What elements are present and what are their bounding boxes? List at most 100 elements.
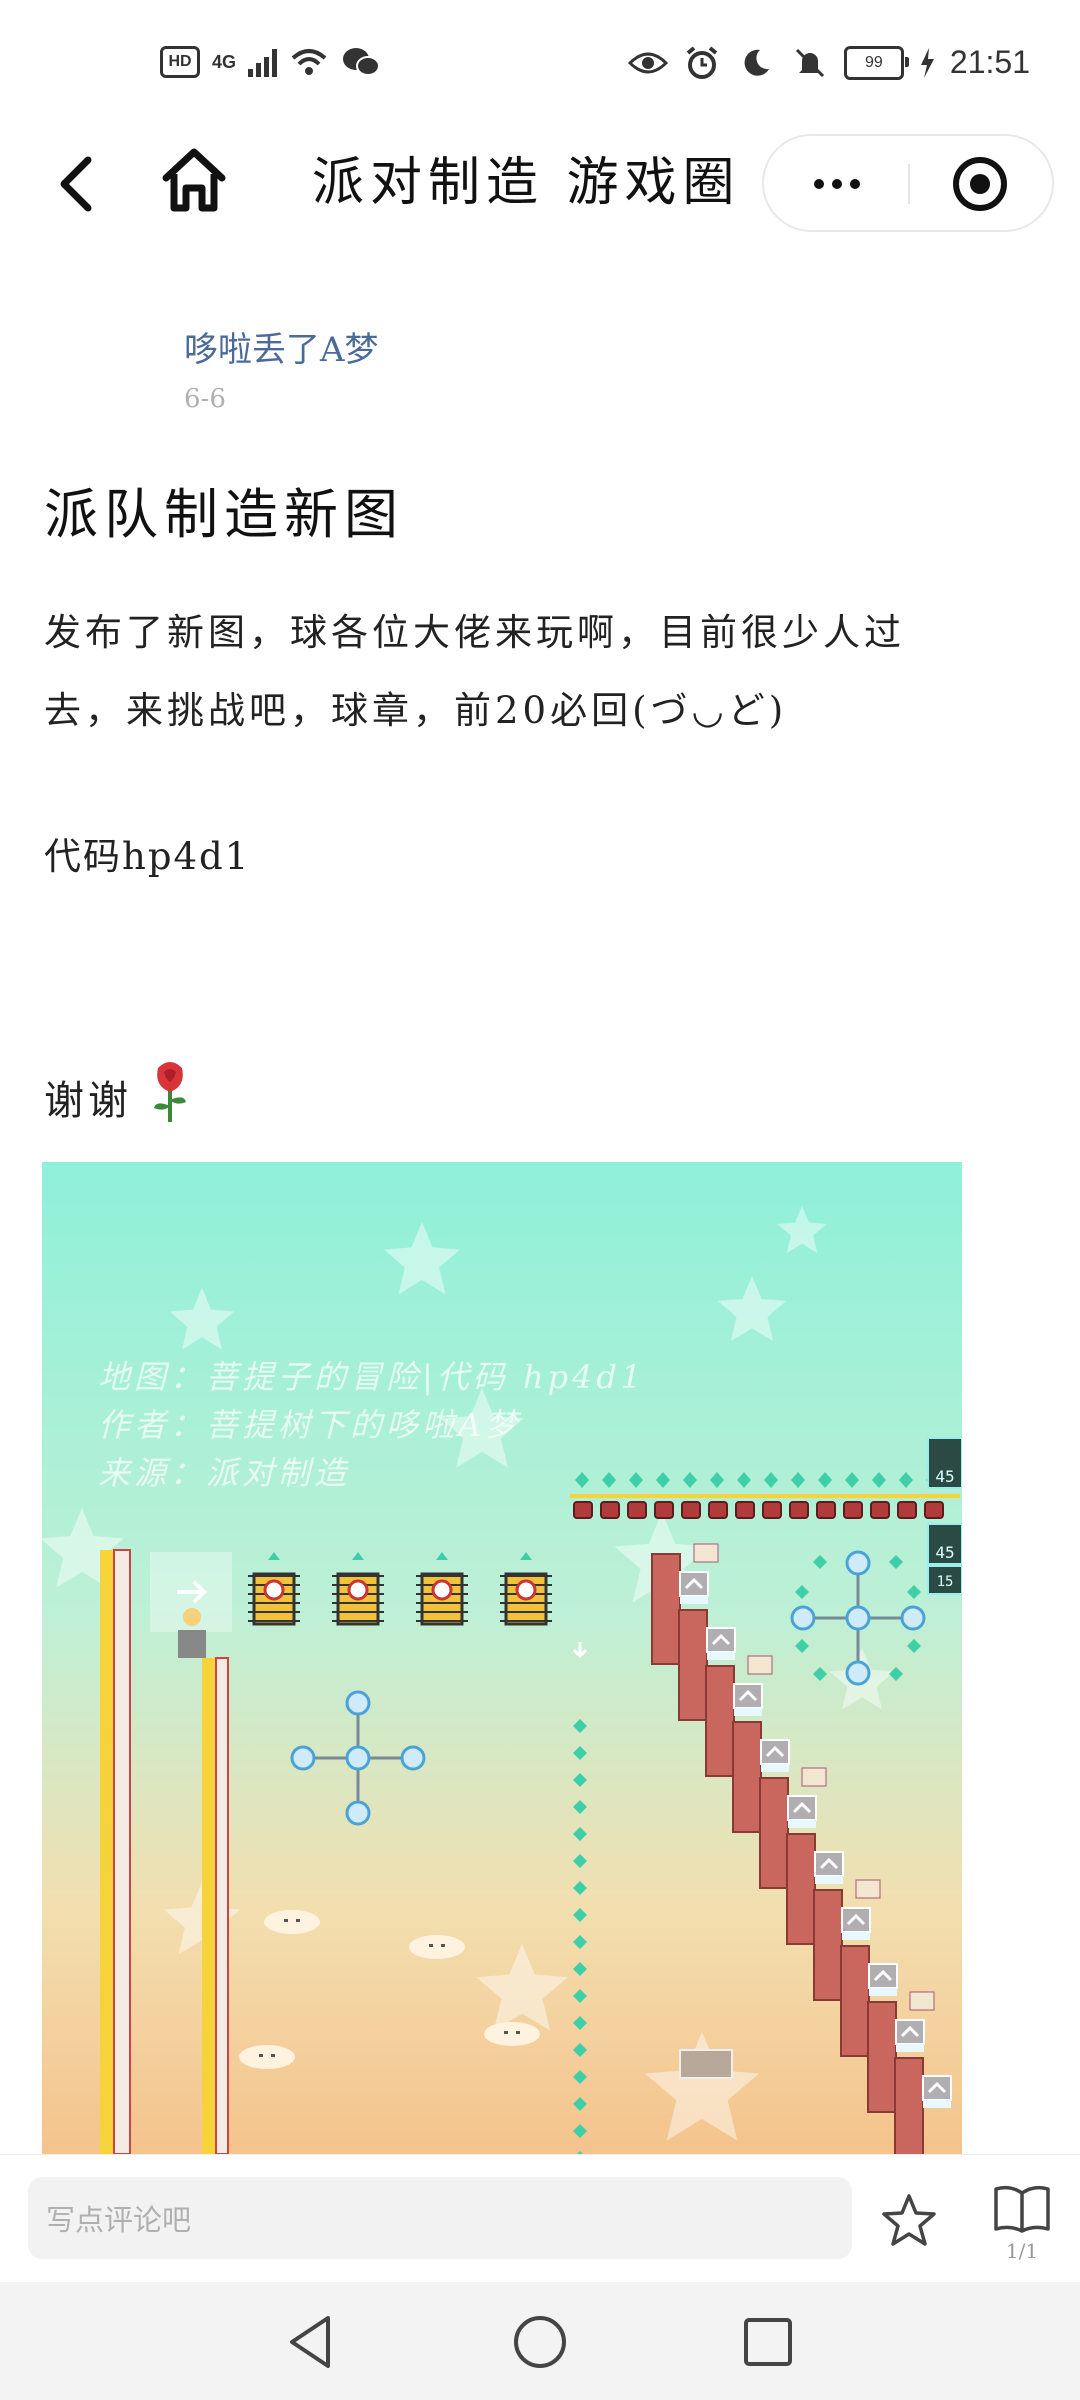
more-icon[interactable] xyxy=(792,164,882,204)
sign xyxy=(747,1655,773,1675)
cross-node xyxy=(345,1690,371,1716)
snow xyxy=(734,1708,762,1716)
alarm-icon xyxy=(682,45,722,81)
barrel xyxy=(600,1501,620,1519)
snow xyxy=(707,1652,735,1660)
page-indicator: 1/1 xyxy=(1005,2239,1039,2263)
bulb-icon xyxy=(183,1608,201,1626)
brick xyxy=(705,1665,735,1777)
eye-icon xyxy=(627,45,668,81)
barrel xyxy=(870,1501,890,1519)
wifi-icon xyxy=(289,44,329,80)
brick xyxy=(867,2001,897,2113)
brick xyxy=(813,1889,843,2001)
counter-b: 45 xyxy=(935,1543,954,1562)
cross-node xyxy=(845,1660,871,1686)
cloud xyxy=(239,2045,295,2069)
ice-block xyxy=(895,2019,925,2045)
miniprogram-capsule xyxy=(762,134,1054,232)
cloud-eye xyxy=(429,1944,433,1947)
ice-block xyxy=(733,1683,763,1709)
post-title: 派队制造新图 xyxy=(44,483,404,546)
brick xyxy=(759,1777,789,1889)
snow xyxy=(869,1988,897,1996)
star-icon[interactable] xyxy=(880,2193,938,2247)
signal-icon xyxy=(248,47,278,77)
clock: 21:51 xyxy=(949,44,1030,80)
target-icon[interactable] xyxy=(952,156,1008,212)
barrel-row xyxy=(570,1494,960,1519)
snow xyxy=(923,2100,951,2108)
barrel xyxy=(843,1501,863,1519)
image-watermark-line-3: 来源：派对制造 xyxy=(98,1454,351,1492)
snow xyxy=(680,1596,708,1604)
cloud-eye xyxy=(259,2054,263,2057)
ice-block xyxy=(922,2075,952,2101)
ice-block xyxy=(868,1963,898,1989)
rail xyxy=(570,1494,960,1498)
barrel xyxy=(708,1501,728,1519)
post-date: 6-6 xyxy=(184,384,226,414)
brick xyxy=(786,1833,816,1945)
brick xyxy=(678,1609,708,1721)
capsule-divider xyxy=(908,164,910,204)
home-icon[interactable] xyxy=(158,144,230,216)
system-nav-bar xyxy=(0,2282,1080,2400)
brick xyxy=(651,1553,681,1665)
yellow-rope-right xyxy=(202,1657,229,2154)
book-icon[interactable]: 1/1 xyxy=(992,2183,1052,2263)
ice-block xyxy=(787,1795,817,1821)
small-platform xyxy=(679,2049,733,2079)
cloud-eye xyxy=(516,2031,520,2034)
cross-node xyxy=(290,1745,316,1771)
nav-back-icon[interactable] xyxy=(282,2312,342,2372)
cloud-eye xyxy=(441,1944,445,1947)
cloud-eye xyxy=(284,1919,288,1922)
cloud-eye xyxy=(296,1919,300,1922)
cross-node xyxy=(345,1745,371,1771)
nav-recents-icon[interactable] xyxy=(738,2312,798,2372)
yellow-rope-left xyxy=(100,1549,131,2154)
ice-block xyxy=(679,1571,709,1597)
spike-eye xyxy=(263,1579,285,1601)
nav-home-icon[interactable] xyxy=(510,2312,570,2372)
barrel xyxy=(924,1501,944,1519)
cross-node xyxy=(790,1605,816,1631)
image-watermark-line-1: 地图：菩提子的冒险|代码 hp4d1 xyxy=(98,1358,646,1396)
snow xyxy=(896,2044,924,2052)
counter-c: 15 xyxy=(937,1574,954,1590)
network-type: 4G xyxy=(212,51,237,72)
comment-input[interactable]: 写点评论吧 xyxy=(28,2177,852,2259)
cross-node xyxy=(845,1550,871,1576)
moon-icon xyxy=(736,45,776,81)
spike-eye xyxy=(431,1579,453,1601)
cross-node xyxy=(900,1605,926,1631)
barrel xyxy=(789,1501,809,1519)
battery-icon: 99 xyxy=(843,45,909,80)
page-title: 派对制造 游戏圈 xyxy=(312,153,741,213)
barrel xyxy=(735,1501,755,1519)
ice-block xyxy=(706,1627,736,1653)
cloud-eye xyxy=(504,2031,508,2034)
thanks-text: 谢谢 xyxy=(44,1078,132,1124)
post-thanks: 谢谢 xyxy=(44,1060,190,1134)
switch-block xyxy=(178,1630,206,1658)
back-icon[interactable] xyxy=(48,148,108,218)
snow xyxy=(842,1932,870,1940)
author-name[interactable]: 哆啦丢了A梦 xyxy=(184,322,379,371)
snow xyxy=(815,1876,843,1884)
image-watermark-line-2: 作者：菩提树下的哆啦A梦 xyxy=(98,1406,522,1444)
cross-node xyxy=(345,1800,371,1826)
spike-eye xyxy=(347,1579,369,1601)
ice-block xyxy=(814,1851,844,1877)
wechat-icon xyxy=(341,44,381,80)
sign xyxy=(855,1879,881,1899)
cloud-eye xyxy=(271,2054,275,2057)
status-left: HD 4G xyxy=(160,44,381,80)
ice-block xyxy=(760,1739,790,1765)
brick xyxy=(840,1945,870,2057)
snow xyxy=(788,1820,816,1828)
post-image[interactable]: 45 45 15 地图：菩提子的冒险|代码 hp4d1 作者：菩提树下的哆啦A梦… xyxy=(42,1162,962,2154)
snow xyxy=(761,1764,789,1772)
cross-node xyxy=(400,1745,426,1771)
